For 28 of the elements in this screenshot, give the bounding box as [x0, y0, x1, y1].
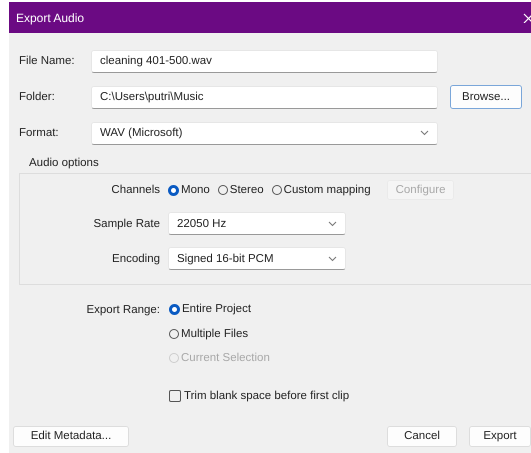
window-title: Export Audio — [16, 10, 84, 24]
close-icon[interactable] — [523, 12, 531, 22]
radio-option[interactable]: Custom mapping — [272, 184, 371, 196]
chevron-down-icon — [328, 220, 337, 226]
radio-option[interactable]: Stereo — [218, 184, 264, 196]
radio-option[interactable]: Entire Project — [169, 303, 252, 315]
sample-rate-dropdown[interactable]: 22050 Hz — [168, 212, 346, 235]
trim-checkbox[interactable]: Trim blank space before first clip — [169, 390, 350, 402]
format-dropdown[interactable]: WAV (Microsoft) — [91, 122, 438, 144]
field-label: File Name: — [19, 55, 76, 67]
field-label: Channels — [110, 184, 161, 196]
group-title: Audio options — [29, 157, 100, 171]
edit-metadata-button[interactable]: Edit Metadata... — [13, 426, 129, 446]
field-label: Encoding — [111, 252, 161, 264]
field-label: Format: — [19, 127, 60, 139]
chevron-down-icon — [420, 130, 429, 136]
radio-option[interactable]: Multiple Files — [169, 328, 248, 340]
export-button[interactable]: Export — [469, 426, 531, 446]
chevron-down-icon — [328, 256, 337, 262]
cancel-button[interactable]: Cancel — [387, 426, 457, 446]
browse-button[interactable]: Browse... — [450, 85, 522, 109]
file-name-field[interactable]: cleaning 401-500.wav — [91, 50, 438, 72]
folder-field[interactable]: C:\Users\putri\Music — [91, 86, 438, 108]
field-label: Folder: — [19, 91, 56, 103]
radio-option[interactable]: Mono — [168, 184, 210, 196]
field-label: Export Range: — [85, 304, 161, 316]
field-label: Sample Rate — [92, 218, 161, 230]
encoding-dropdown[interactable]: Signed 16-bit PCM — [168, 247, 346, 270]
